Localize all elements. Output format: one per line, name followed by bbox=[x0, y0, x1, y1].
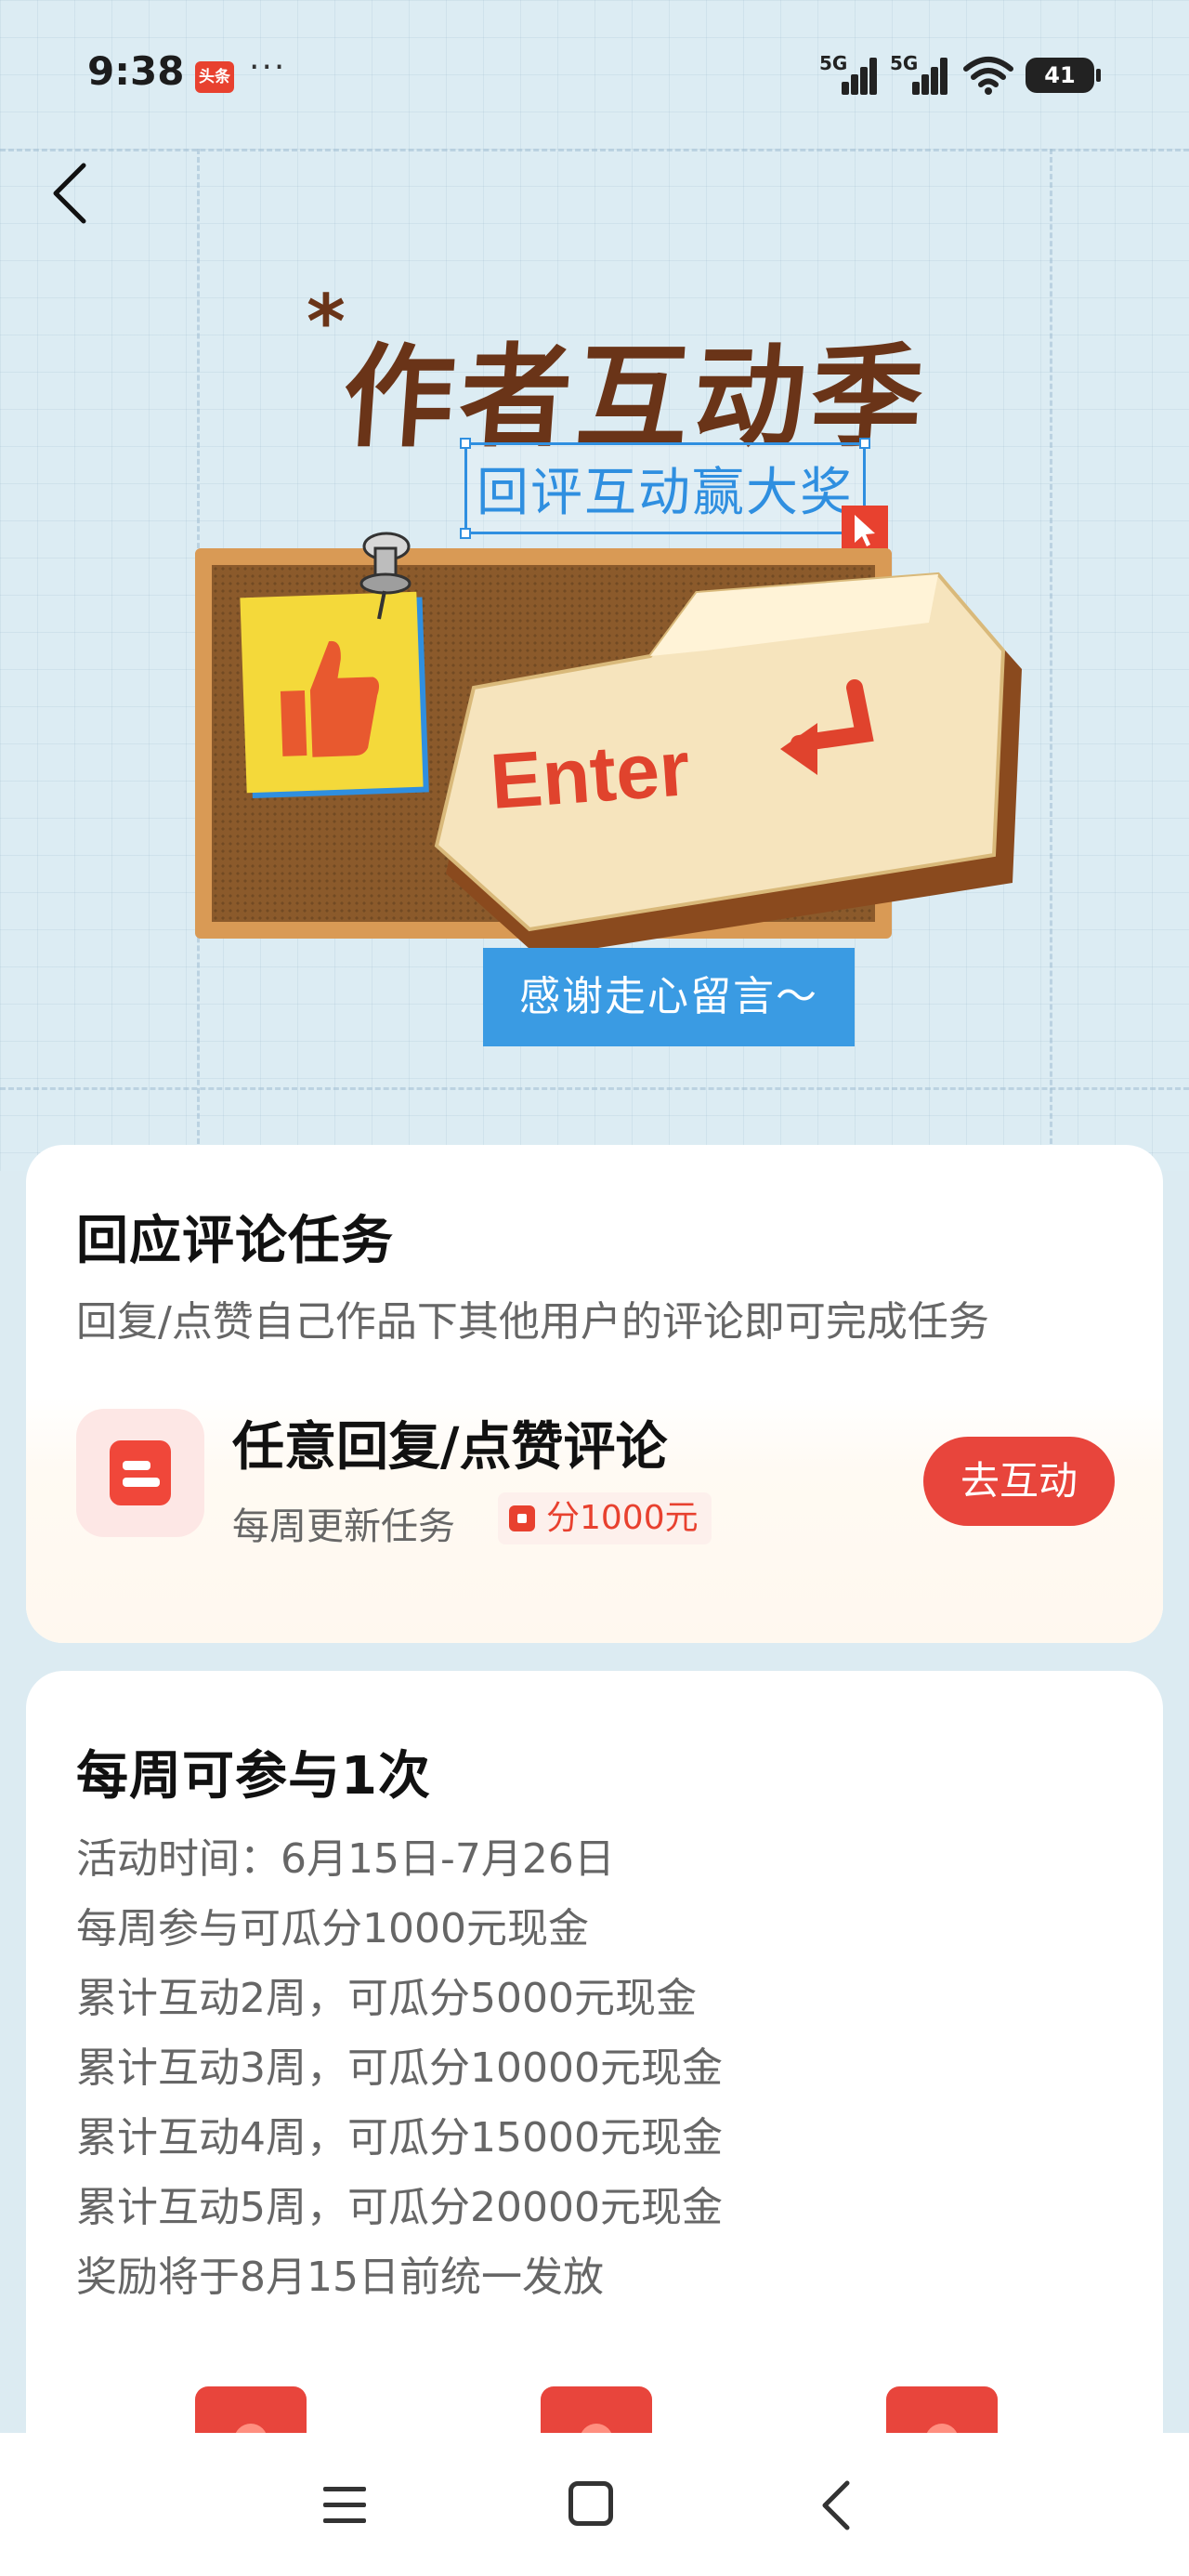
battery-icon: 41 bbox=[1026, 58, 1101, 93]
banner-subtitle-text: 回评互动赢大奖 bbox=[477, 463, 854, 523]
document-icon bbox=[76, 1409, 204, 1537]
signal-label-2: 5G bbox=[890, 52, 919, 74]
enter-key-label: Enter bbox=[488, 724, 693, 825]
reward-tag: 分1000元 bbox=[498, 1492, 712, 1544]
status-bar: 9:38 头条 ··· 5G 5G 41 bbox=[0, 0, 1189, 149]
signal-5g-icon-2: 5G bbox=[890, 52, 947, 95]
home-icon[interactable] bbox=[568, 2481, 613, 2526]
more-notifications-icon: ··· bbox=[249, 48, 287, 86]
menu-icon[interactable] bbox=[323, 2487, 366, 2524]
back-icon[interactable] bbox=[817, 2477, 855, 2533]
wifi-icon bbox=[963, 57, 1013, 95]
rule-line-7: 奖励将于8月15日前统一发放 bbox=[76, 2254, 604, 2301]
cursor-icon bbox=[842, 506, 888, 552]
reward-tag-text: 分1000元 bbox=[546, 1499, 699, 1537]
rule-line-3: 累计互动2周，可瓜分5000元现金 bbox=[76, 1975, 697, 2022]
red-packet-icon bbox=[509, 1505, 535, 1531]
back-arrow-icon[interactable] bbox=[46, 156, 102, 230]
enter-key-illustration: Enter bbox=[434, 572, 1022, 957]
hero-banner: * 作者互动季 回评互动赢大奖 Enter 感谢走心留言～ bbox=[0, 260, 1189, 1097]
task-card: 回应评论任务 回复/点赞自己作品下其他用户的评论即可完成任务 任意回复/点赞评论… bbox=[26, 1145, 1163, 1643]
task-name: 任意回复/点赞评论 bbox=[232, 1417, 668, 1478]
status-time: 9:38 bbox=[87, 48, 185, 94]
signal-5g-icon-1: 5G bbox=[819, 52, 877, 95]
rule-line-1: 活动时间：6月15日-7月26日 bbox=[76, 1835, 615, 1883]
push-pin-icon bbox=[359, 532, 412, 620]
grid-dash-top bbox=[0, 149, 1189, 151]
rule-line-5: 累计互动4周，可瓜分15000元现金 bbox=[76, 2114, 723, 2162]
system-nav-bar bbox=[0, 2433, 1189, 2576]
banner-subtitle: 回评互动赢大奖 bbox=[460, 438, 870, 539]
rule-line-4: 累计互动3周，可瓜分10000元现金 bbox=[76, 2044, 723, 2092]
task-card-description: 回复/点赞自己作品下其他用户的评论即可完成任务 bbox=[76, 1298, 989, 1346]
go-interact-button[interactable]: 去互动 bbox=[923, 1437, 1115, 1526]
rule-line-6: 累计互动5周，可瓜分20000元现金 bbox=[76, 2184, 723, 2231]
task-meta: 每周更新任务 bbox=[232, 1505, 455, 1548]
toutiao-app-icon: 头条 bbox=[195, 61, 234, 93]
banner-ribbon: 感谢走心留言～ bbox=[483, 948, 855, 1046]
signal-label-1: 5G bbox=[819, 52, 848, 74]
task-row: 任意回复/点赞评论 每周更新任务 分1000元 去互动 bbox=[26, 1396, 1163, 1643]
rule-line-2: 每周参与可瓜分1000元现金 bbox=[76, 1905, 589, 1952]
thumbs-up-icon bbox=[280, 640, 380, 757]
task-card-title: 回应评论任务 bbox=[76, 1211, 394, 1271]
title-star-mark: * bbox=[307, 279, 346, 365]
rules-card-title: 每周可参与1次 bbox=[76, 1746, 431, 1807]
